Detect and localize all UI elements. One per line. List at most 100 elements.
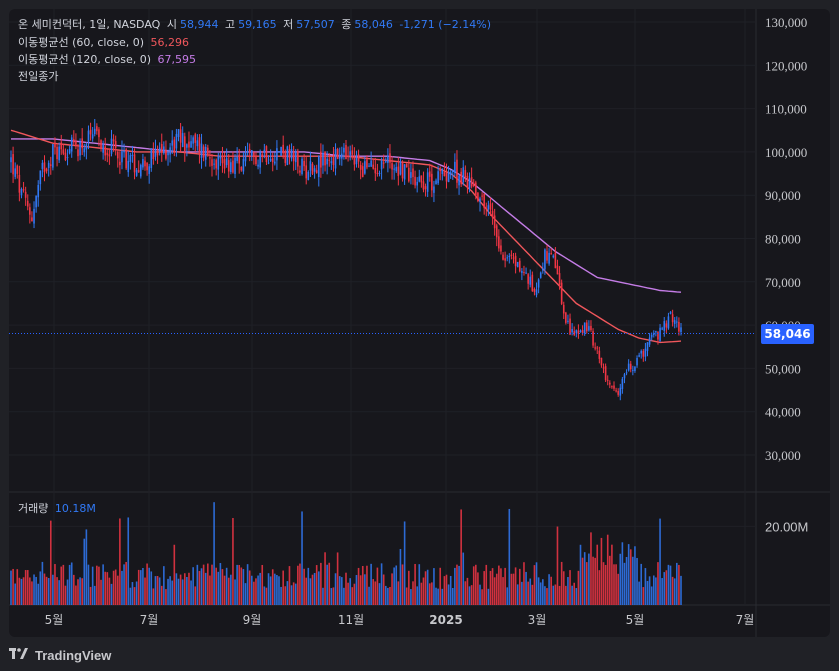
candle-body — [338, 154, 341, 159]
candle-body — [100, 140, 102, 149]
volume-bar — [370, 563, 372, 605]
volume-bar — [338, 576, 341, 605]
candle-body — [673, 320, 676, 324]
candle-body — [315, 170, 318, 173]
candle-body — [623, 374, 626, 379]
candle-body — [439, 168, 442, 172]
volume-bar — [669, 565, 672, 605]
volume-bar — [418, 564, 421, 605]
price-tick-label: 110,000 — [765, 102, 807, 117]
candle-body — [35, 195, 37, 208]
volume-bar — [667, 564, 670, 605]
prev-close-legend[interactable]: 전일종가 — [18, 69, 61, 85]
candle-body — [215, 159, 217, 169]
candle-body — [535, 289, 538, 296]
volume-bar — [583, 552, 586, 605]
candle-body — [276, 148, 278, 161]
volume-bar — [215, 567, 217, 605]
volume-bar — [412, 581, 414, 605]
candle-body — [29, 207, 31, 215]
candle-body — [98, 129, 100, 138]
candle-body — [460, 171, 462, 185]
candle-body — [114, 141, 117, 148]
candle-body — [498, 236, 500, 249]
volume-bar — [483, 571, 485, 605]
candle-body — [31, 217, 33, 222]
volume-bar — [516, 584, 519, 605]
candle-body — [521, 270, 523, 273]
candle-body — [397, 166, 400, 176]
volume-bar — [282, 570, 284, 605]
volume-bar — [451, 587, 454, 605]
candle-body — [171, 140, 174, 146]
volume-legend[interactable]: 거래량 10.18M — [18, 501, 99, 517]
candle-body — [200, 143, 203, 158]
volume-bar — [73, 574, 75, 605]
candle-body — [345, 145, 347, 160]
candle-body — [93, 128, 96, 135]
candle-body — [602, 367, 605, 369]
candle-body — [129, 155, 132, 162]
high-value: 59,165 — [238, 18, 277, 31]
volume-bar — [655, 577, 657, 605]
volume-bar — [45, 576, 48, 605]
volume-bar — [236, 564, 238, 605]
time-tick-label: 9월 — [243, 613, 262, 627]
candle-body — [347, 155, 349, 157]
volume-bar — [146, 563, 148, 605]
candle-body — [533, 288, 536, 293]
candle-body — [678, 321, 680, 332]
ma60-label: 이동평균선 (60, close, 0) — [18, 36, 144, 49]
candle-body — [12, 154, 14, 175]
volume-bar — [330, 588, 333, 605]
volume-bar — [196, 564, 199, 605]
candle-body — [133, 154, 136, 173]
candle-body — [66, 157, 69, 159]
candle-body — [462, 167, 465, 183]
volume-bar — [20, 578, 23, 605]
candle-body — [286, 146, 289, 165]
candle-body — [414, 176, 416, 186]
volume-bar — [493, 577, 496, 605]
volume-value: 10.18M — [54, 502, 96, 515]
volume-bar — [230, 574, 232, 605]
ma120-legend[interactable]: 이동평균선 (120, close, 0) 67,595 — [18, 52, 199, 68]
volume-bars — [10, 502, 682, 605]
volume-bar — [43, 573, 46, 605]
candle-body — [131, 155, 134, 157]
volume-bar — [502, 577, 504, 605]
candle-body — [106, 152, 109, 156]
volume-bar — [629, 549, 632, 605]
volume-bar — [102, 564, 104, 605]
volume-bar — [581, 557, 584, 605]
ma60-legend[interactable]: 이동평균선 (60, close, 0) 56,296 — [18, 35, 192, 51]
volume-bar — [376, 567, 379, 605]
volume-bar — [458, 565, 460, 605]
volume-bar — [590, 532, 592, 605]
volume-bar — [443, 576, 446, 605]
last-price-badge: 58,046 — [761, 323, 814, 344]
volume-bar — [510, 573, 513, 605]
candle-body — [194, 134, 197, 143]
candle-body — [85, 144, 88, 150]
candle-body — [104, 146, 107, 156]
volume-bar — [35, 576, 37, 605]
candle-body — [464, 170, 467, 178]
symbol-title[interactable]: 온 세미컨덕터, 1일, NASDAQ — [18, 18, 160, 31]
tradingview-footer[interactable]: TradingView — [9, 645, 111, 665]
volume-bar — [401, 564, 404, 605]
chart-canvas[interactable]: 130,000 120,000 110,000 100,000 90,000 80,000… — [9, 9, 830, 637]
price-tick-label: 30,000 — [765, 448, 801, 463]
candle-body — [364, 161, 366, 174]
candle-body — [41, 162, 44, 169]
volume-bar — [529, 578, 532, 605]
volume-bar — [533, 565, 536, 605]
volume-bar — [154, 576, 157, 605]
volume-bar — [652, 575, 655, 605]
volume-bar — [12, 568, 14, 605]
candle-body — [223, 159, 226, 169]
volume-bar — [221, 569, 224, 605]
candle-body — [336, 149, 339, 159]
candle-body — [26, 200, 29, 207]
candle-body — [96, 126, 98, 132]
